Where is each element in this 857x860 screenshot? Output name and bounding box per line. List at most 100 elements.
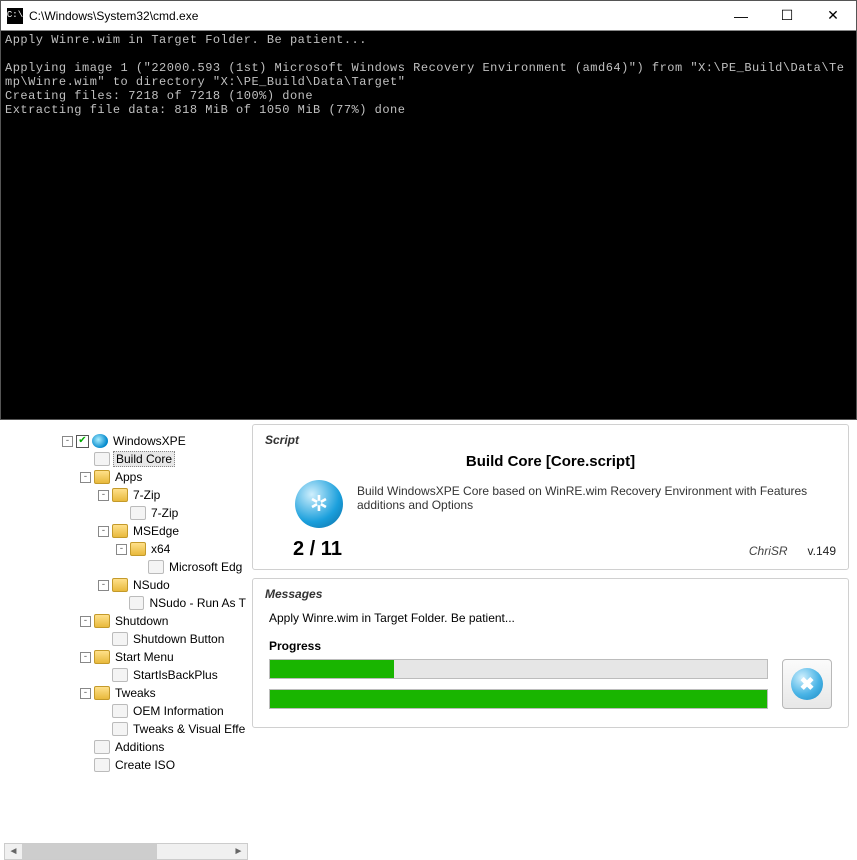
cmd-output[interactable]: Apply Winre.wim in Target Folder. Be pat…: [1, 31, 856, 419]
tree-item-label: Shutdown Button: [131, 632, 226, 646]
tree-item-label: Apps: [113, 470, 144, 484]
file-icon: [94, 740, 110, 754]
tree-item-label: Create ISO: [113, 758, 177, 772]
expand-toggle[interactable]: -: [116, 544, 127, 555]
tree-checkbox[interactable]: ✔: [76, 435, 89, 448]
folder-icon: [94, 470, 110, 484]
tree-item-label: 7-Zip: [149, 506, 180, 520]
tree-hscrollbar[interactable]: ◄ ►: [4, 843, 248, 860]
scroll-track[interactable]: [22, 844, 230, 859]
cmd-title: C:\Windows\System32\cmd.exe: [29, 9, 718, 23]
tree-item-label: NSudo: [131, 578, 172, 592]
stop-button[interactable]: ✖: [782, 659, 832, 709]
file-icon: [94, 452, 110, 466]
tree-item-label: Microsoft Edg: [167, 560, 244, 574]
tree-item[interactable]: Microsoft Edg: [4, 558, 248, 576]
tree-item-label: Additions: [113, 740, 166, 754]
folder-icon: [94, 650, 110, 664]
builder-app: -✔WindowsXPEBuild Core-Apps-7-Zip7-Zip-M…: [0, 420, 857, 860]
tree-item[interactable]: StartIsBackPlus: [4, 666, 248, 684]
script-title: Build Core [Core.script]: [265, 453, 836, 470]
progress-label: Progress: [269, 639, 832, 653]
script-author: ChriSR: [749, 544, 788, 558]
scroll-right-icon[interactable]: ►: [230, 844, 247, 859]
cmd-icon: C:\: [7, 8, 23, 24]
file-icon: [94, 758, 110, 772]
tree-item[interactable]: - MSEdge: [4, 522, 248, 540]
tree-item[interactable]: - Tweaks: [4, 684, 248, 702]
tree-item[interactable]: - Apps: [4, 468, 248, 486]
project-tree[interactable]: -✔WindowsXPEBuild Core-Apps-7-Zip7-Zip-M…: [4, 428, 248, 843]
progress-fill-step: [270, 660, 394, 678]
expand-toggle[interactable]: -: [80, 652, 91, 663]
script-version: v.149: [808, 544, 836, 558]
tree-item-label: Start Menu: [113, 650, 176, 664]
script-counter: 2 / 11: [293, 538, 342, 561]
tree-item-label: Tweaks: [113, 686, 158, 700]
file-icon: [112, 668, 128, 682]
folder-icon: [94, 686, 110, 700]
tree-item-label: 7-Zip: [131, 488, 162, 502]
file-icon: [112, 722, 128, 736]
progress-fill-total: [270, 690, 767, 708]
folder-icon: [130, 542, 146, 556]
tree-item[interactable]: Tweaks & Visual Effe: [4, 720, 248, 738]
folder-icon: [112, 488, 128, 502]
expand-toggle[interactable]: -: [98, 490, 109, 501]
tree-item[interactable]: OEM Information: [4, 702, 248, 720]
expand-toggle[interactable]: -: [80, 688, 91, 699]
file-icon: [130, 506, 146, 520]
tree-item-label: x64: [149, 542, 172, 556]
cmd-titlebar[interactable]: C:\ C:\Windows\System32\cmd.exe — ☐ ✕: [1, 1, 856, 31]
tree-item[interactable]: - NSudo: [4, 576, 248, 594]
tree-item[interactable]: 7-Zip: [4, 504, 248, 522]
expand-toggle[interactable]: -: [80, 616, 91, 627]
expand-toggle[interactable]: -: [98, 580, 109, 591]
stop-icon: ✖: [791, 668, 823, 700]
tree-item[interactable]: - 7-Zip: [4, 486, 248, 504]
progress-bar-total: [269, 689, 768, 709]
folder-icon: [112, 524, 128, 538]
tree-item[interactable]: - Start Menu: [4, 648, 248, 666]
tree-item[interactable]: - Shutdown: [4, 612, 248, 630]
gear-icon: ✲: [295, 480, 343, 528]
maximize-button[interactable]: ☐: [764, 1, 810, 30]
expand-toggle[interactable]: -: [80, 472, 91, 483]
scroll-left-icon[interactable]: ◄: [5, 844, 22, 859]
tree-panel: -✔WindowsXPEBuild Core-Apps-7-Zip7-Zip-M…: [0, 424, 248, 860]
script-panel: Script Build Core [Core.script] ✲ Build …: [252, 424, 849, 570]
tree-item[interactable]: Build Core: [4, 450, 248, 468]
tree-item[interactable]: Additions: [4, 738, 248, 756]
tree-item[interactable]: - x64: [4, 540, 248, 558]
expand-toggle[interactable]: -: [98, 526, 109, 537]
tree-item-label: Build Core: [113, 451, 175, 467]
expand-toggle[interactable]: -: [62, 436, 73, 447]
messages-panel: Messages Apply Winre.wim in Target Folde…: [252, 578, 849, 728]
tree-item[interactable]: Shutdown Button: [4, 630, 248, 648]
file-icon: [112, 632, 128, 646]
progress-bar-step: [269, 659, 768, 679]
tree-item-label: Tweaks & Visual Effe: [131, 722, 247, 736]
file-icon: [148, 560, 164, 574]
close-button[interactable]: ✕: [810, 1, 856, 30]
file-icon: [129, 596, 145, 610]
messages-section-label: Messages: [265, 587, 836, 601]
globe-icon: [92, 434, 108, 448]
cmd-window: C:\ C:\Windows\System32\cmd.exe — ☐ ✕ Ap…: [0, 0, 857, 420]
tree-item-label: MSEdge: [131, 524, 181, 538]
script-section-label: Script: [265, 433, 836, 447]
main-panel: Script Build Core [Core.script] ✲ Build …: [248, 424, 857, 860]
tree-item[interactable]: Create ISO: [4, 756, 248, 774]
scroll-thumb[interactable]: [22, 844, 157, 859]
tree-item-label: StartIsBackPlus: [131, 668, 220, 682]
tree-item[interactable]: NSudo - Run As T: [4, 594, 248, 612]
tree-item-label: Shutdown: [113, 614, 170, 628]
message-text: Apply Winre.wim in Target Folder. Be pat…: [269, 611, 832, 625]
tree-item[interactable]: -✔WindowsXPE: [4, 432, 248, 450]
minimize-button[interactable]: —: [718, 1, 764, 30]
tree-item-label: NSudo - Run As T: [147, 596, 248, 610]
folder-icon: [94, 614, 110, 628]
tree-item-label: OEM Information: [131, 704, 226, 718]
script-description: Build WindowsXPE Core based on WinRE.wim…: [357, 480, 836, 512]
file-icon: [112, 704, 128, 718]
